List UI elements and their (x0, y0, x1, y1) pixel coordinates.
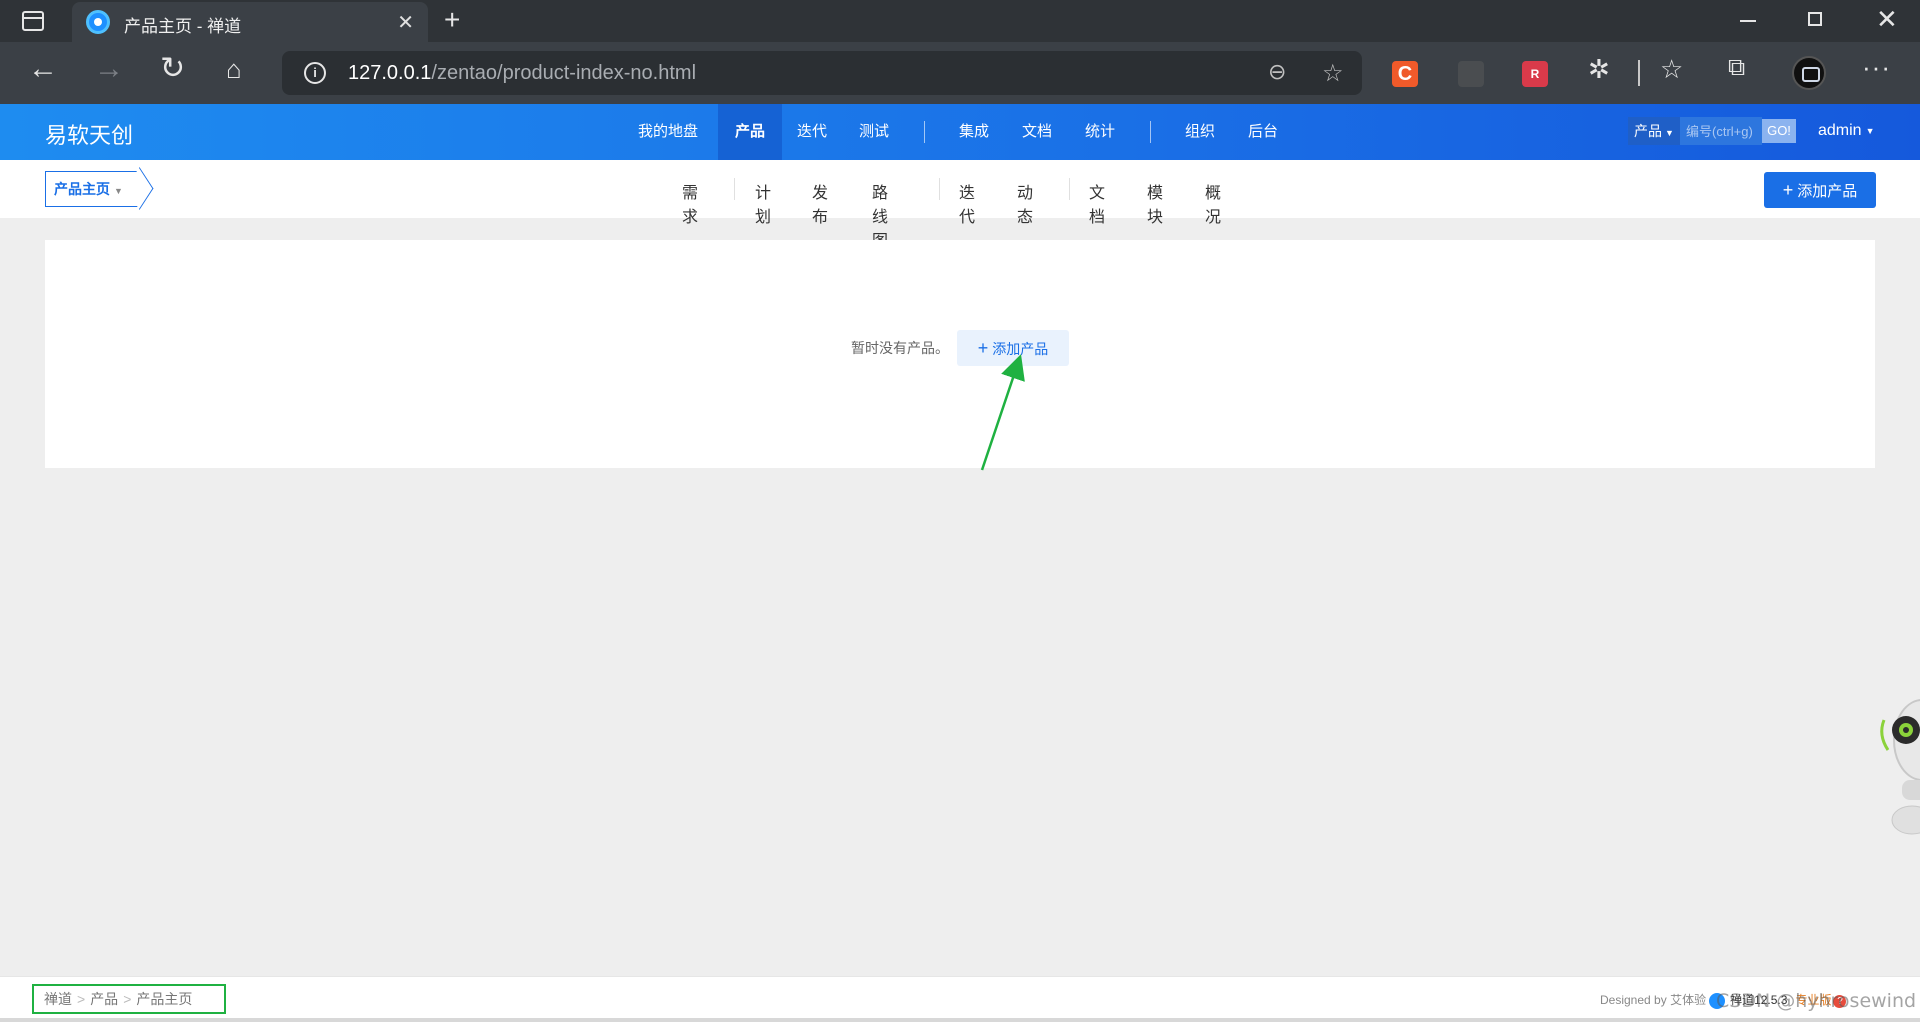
extension-folder-icon[interactable] (1458, 61, 1484, 87)
subnav-item-dynamic[interactable]: 动态 (1017, 179, 1033, 227)
breadcrumb-item[interactable]: 产品 (90, 991, 118, 1007)
profile-avatar[interactable] (1792, 56, 1826, 90)
add-favorite-icon[interactable]: ☆ (1322, 59, 1344, 88)
zentao-favicon-icon (86, 10, 110, 34)
nav-item-my[interactable]: 我的地盘 (630, 104, 706, 160)
search-go-button[interactable]: GO! (1762, 119, 1796, 143)
subnav-item-execution[interactable]: 迭代 (959, 179, 975, 227)
nav-item-doc[interactable]: 文档 (1007, 104, 1067, 160)
tab-title: 产品主页 - 禅道 (124, 17, 242, 36)
url-text: 127.0.0.1/zentao/product-index-no.html (348, 62, 697, 84)
subnav-divider (1069, 178, 1070, 200)
subnav-item-overview[interactable]: 概况 (1205, 179, 1221, 227)
robot-mascot-icon[interactable] (1872, 680, 1920, 850)
footer: 禅道 > 产品 > 产品主页 Designed by 艾体验 禅道12.5.3 专业版? (0, 976, 1920, 1022)
app-header: 易软天创 我的地盘 产品 迭代 测试 集成 文档 统计 组织 后台 产品▼ GO… (0, 104, 1920, 160)
footer-breadcrumb: 禅道 > 产品 > 产品主页 (32, 984, 226, 1014)
subnav-divider (734, 178, 735, 200)
tab-actions-icon[interactable] (22, 11, 44, 31)
subnav-item-module[interactable]: 模块 (1147, 179, 1163, 227)
browser-toolbar: ← → ↻ ⌂ i 127.0.0.1/zentao/product-index… (0, 42, 1920, 104)
minimize-icon[interactable] (1740, 20, 1756, 22)
forward-icon[interactable]: → (94, 54, 124, 84)
breadcrumb-separator: > (77, 991, 86, 1007)
product-switcher[interactable]: 产品主页 ▼ (45, 171, 139, 207)
nav-item-company[interactable]: 组织 (1170, 104, 1230, 160)
sub-nav: 产品主页▼ 需求 计划 发布 路线图 迭代 动态 文档 模块 概况 +添加产品 (0, 160, 1920, 250)
watermark: CSDN @hyhrosewind (1716, 990, 1917, 1012)
main-panel: 暂时没有产品。 + 添加产品 (45, 240, 1875, 468)
toolbar-divider (1638, 60, 1640, 86)
restore-icon[interactable] (1808, 12, 1822, 26)
breadcrumb-separator: > (123, 991, 132, 1007)
breadcrumb-item: 产品主页 (136, 991, 193, 1007)
nav-item-product[interactable]: 产品 (718, 104, 782, 160)
horizontal-scrollbar[interactable] (0, 1018, 1920, 1022)
add-product-button[interactable]: + 添加产品 (1764, 172, 1876, 208)
more-icon[interactable]: ··· (1862, 52, 1891, 83)
home-icon[interactable]: ⌂ (226, 54, 242, 84)
empty-add-product-button[interactable]: + 添加产品 (957, 330, 1069, 366)
zoom-out-icon[interactable]: ⊖ (1268, 59, 1286, 85)
extension-r-icon[interactable]: R (1522, 61, 1548, 87)
refresh-icon[interactable]: ↻ (160, 54, 185, 84)
nav-item-report[interactable]: 统计 (1070, 104, 1130, 160)
extension-c-icon[interactable]: C (1392, 61, 1418, 87)
breadcrumb-item[interactable]: 禅道 (44, 991, 72, 1007)
designer-link[interactable]: 艾体验 (1670, 993, 1706, 1007)
subnav-item-plan[interactable]: 计划 (755, 179, 771, 227)
collections-icon[interactable]: ⧉ (1728, 54, 1745, 82)
nav-divider (1150, 121, 1151, 143)
close-icon[interactable]: ✕ (397, 10, 414, 35)
subnav-item-release[interactable]: 发布 (812, 179, 828, 227)
favorites-icon[interactable]: ☆ (1660, 54, 1683, 85)
nav-divider (924, 121, 925, 143)
nav-item-ci[interactable]: 集成 (944, 104, 1004, 160)
subnav-item-story[interactable]: 需求 (682, 179, 698, 227)
empty-message: 暂时没有产品。 (851, 340, 949, 356)
extensions-icon[interactable]: ✲ (1588, 54, 1610, 85)
subnav-item-doc[interactable]: 文档 (1089, 179, 1105, 227)
window-close-icon[interactable]: ✕ (1876, 4, 1898, 35)
search-input[interactable] (1680, 117, 1762, 145)
nav-item-qa[interactable]: 测试 (844, 104, 904, 160)
browser-tab-bar: 产品主页 - 禅道 ✕ + ✕ (0, 0, 1920, 42)
caret-down-icon: ▼ (1865, 125, 1875, 136)
browser-tab[interactable]: 产品主页 - 禅道 ✕ (72, 2, 428, 42)
caret-down-icon: ▼ (114, 186, 123, 196)
info-icon[interactable]: i (304, 62, 326, 84)
designed-by-label: Designed by (1600, 993, 1667, 1007)
nav-item-execution[interactable]: 迭代 (782, 104, 842, 160)
new-tab-icon[interactable]: + (444, 4, 460, 36)
back-icon[interactable]: ← (28, 54, 58, 84)
user-menu[interactable]: admin ▼ (1818, 122, 1875, 140)
plus-icon: + (1782, 180, 1794, 200)
nav-item-admin[interactable]: 后台 (1233, 104, 1293, 160)
caret-down-icon: ▼ (1665, 128, 1674, 138)
subnav-divider (939, 178, 940, 200)
company-name[interactable]: 易软天创 (45, 118, 133, 150)
plus-icon: + (977, 338, 989, 358)
search-type-dropdown[interactable]: 产品 ▼ (1628, 117, 1680, 145)
address-bar[interactable]: i 127.0.0.1/zentao/product-index-no.html… (282, 51, 1362, 95)
